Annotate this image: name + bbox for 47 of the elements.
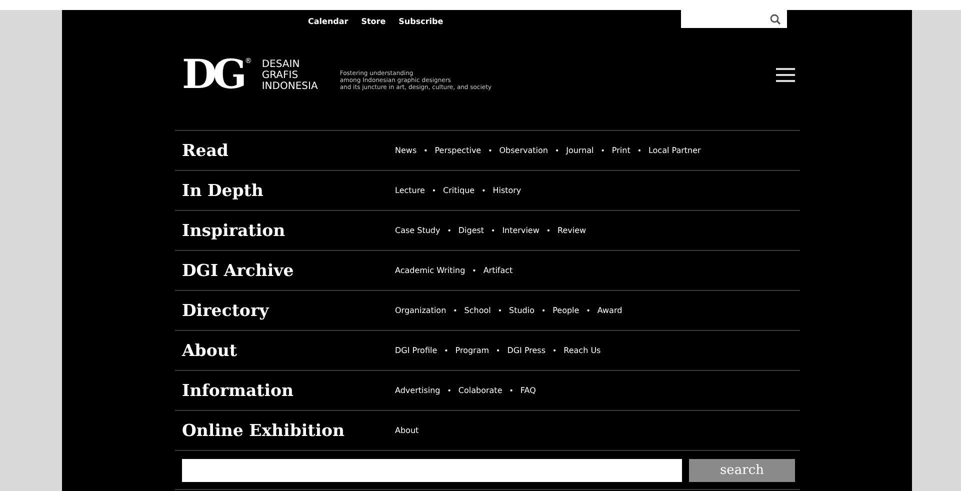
submenu-link[interactable]: Award xyxy=(597,306,622,315)
submenu-link[interactable]: News xyxy=(395,146,417,155)
submenu-link[interactable]: Digest xyxy=(458,226,484,235)
submenu-link[interactable]: Reach Us xyxy=(564,346,601,355)
submenu-link[interactable]: Colaborate xyxy=(458,386,502,395)
submenu-link[interactable]: Observation xyxy=(499,146,548,155)
submenu-link[interactable]: People xyxy=(552,306,580,315)
menu-heading[interactable]: In Depth xyxy=(175,181,395,200)
submenu-link[interactable]: DGI Profile xyxy=(395,346,438,355)
submenu-link[interactable]: Lecture xyxy=(395,186,425,195)
submenu-link[interactable]: School xyxy=(464,306,491,315)
submenu-link[interactable]: Local Partner xyxy=(648,146,701,155)
submenu-link[interactable]: About xyxy=(395,426,419,435)
search-field[interactable] xyxy=(681,10,787,28)
menu-heading[interactable]: About xyxy=(175,341,395,360)
submenu-link[interactable]: Interview xyxy=(502,226,540,235)
top-link[interactable]: Calendar xyxy=(308,17,348,26)
submenu-link[interactable]: Organization xyxy=(395,306,446,315)
submenu-link[interactable]: Academic Writing xyxy=(395,266,466,275)
menu-heading[interactable]: DGI Archive xyxy=(175,261,395,280)
submenu-link[interactable]: Program xyxy=(455,346,490,355)
menu-icon[interactable] xyxy=(776,68,795,82)
submenu-link[interactable]: Advertising xyxy=(395,386,440,395)
submenu-link[interactable]: DGI Press xyxy=(507,346,546,355)
menu-heading[interactable]: Information xyxy=(175,381,395,400)
submenu-link[interactable]: Studio xyxy=(509,306,534,315)
top-link[interactable]: Subscribe xyxy=(398,17,444,26)
submenu-link[interactable]: Print xyxy=(612,146,630,155)
search-icon xyxy=(770,14,781,24)
menu-heading[interactable]: Inspiration xyxy=(175,221,395,240)
submenu-link[interactable]: Case Study xyxy=(395,226,440,235)
logo-name-line: DESAIN xyxy=(262,58,301,70)
top-link[interactable]: Store xyxy=(361,17,386,26)
submenu-link[interactable]: Artifact xyxy=(483,266,513,275)
submenu-link[interactable]: History xyxy=(492,186,522,195)
submenu-link[interactable]: Perspective xyxy=(434,146,482,155)
submenu-link[interactable]: Review xyxy=(558,226,586,235)
menu-heading[interactable]: Read xyxy=(175,141,395,160)
submenu-link[interactable]: Journal xyxy=(566,146,594,155)
logo-name-line: INDONESIA xyxy=(262,80,319,92)
search-input[interactable] xyxy=(182,458,682,482)
menu-heading[interactable]: Directory xyxy=(175,301,395,320)
menu-heading[interactable]: Online Exhibition xyxy=(175,421,395,440)
submenu-link[interactable]: Critique xyxy=(443,186,475,195)
submenu-link[interactable]: FAQ xyxy=(520,386,536,395)
logo-mark: DG xyxy=(182,55,243,95)
logo-name-line: GRAFIS xyxy=(262,70,300,80)
